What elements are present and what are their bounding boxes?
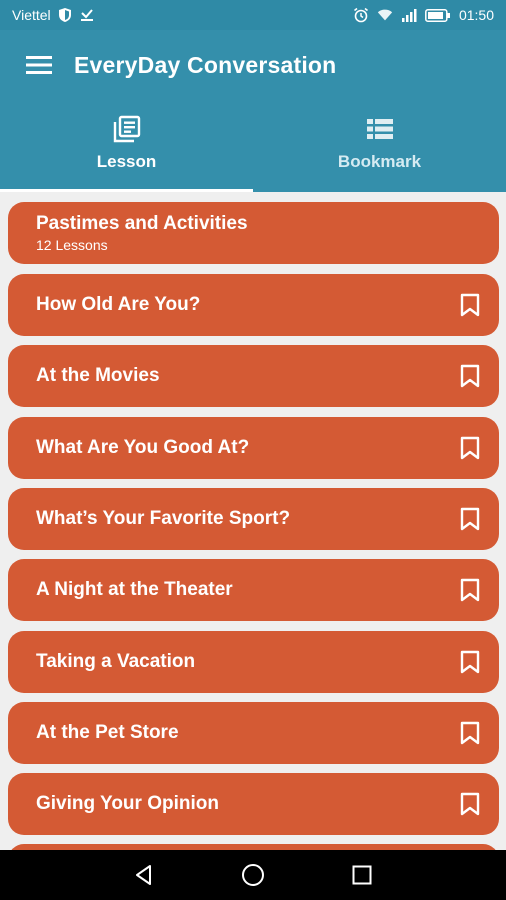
tab-lesson-label: Lesson — [96, 152, 157, 171]
bookmark-icon[interactable] — [457, 649, 483, 675]
app-bar: EveryDay Conversation — [0, 30, 506, 100]
lesson-title: At the Movies — [36, 365, 160, 386]
lesson-card[interactable]: Giving Your Opinion — [8, 773, 499, 835]
carrier-name: Viettel — [12, 7, 51, 23]
bookmark-icon[interactable] — [457, 506, 483, 532]
lesson-card[interactable]: How Old Are You? — [8, 274, 499, 336]
shield-icon — [57, 7, 73, 23]
system-nav-bar — [0, 850, 506, 900]
lesson-list: Pastimes and Activities 12 Lessons How O… — [0, 192, 506, 850]
lesson-card[interactable]: What’s Your Favorite Sport? — [8, 488, 499, 550]
bookmark-icon[interactable] — [457, 435, 483, 461]
bookmark-icon[interactable] — [457, 363, 483, 389]
lesson-title: What Are You Good At? — [36, 437, 250, 458]
category-title: Pastimes and Activities — [36, 213, 248, 234]
tab-lesson[interactable]: Lesson — [0, 100, 253, 192]
battery-icon — [425, 7, 451, 23]
category-lesson-count: 12 Lessons — [36, 237, 108, 253]
status-bar: Viettel 01:50 — [0, 0, 506, 30]
lesson-title: Giving Your Opinion — [36, 793, 219, 814]
home-icon[interactable] — [233, 855, 273, 895]
tab-bar: Lesson Bookmark — [0, 100, 506, 192]
tab-bookmark[interactable]: Bookmark — [253, 100, 506, 192]
lesson-title: Taking a Vacation — [36, 651, 196, 672]
lesson-card[interactable]: A Night at the Theater — [8, 559, 499, 621]
lesson-card[interactable]: What Are You Good At? — [8, 417, 499, 479]
download-check-icon — [79, 7, 95, 23]
bookmark-icon[interactable] — [457, 791, 483, 817]
category-header[interactable]: Pastimes and Activities 12 Lessons — [8, 202, 499, 264]
wifi-icon — [377, 7, 393, 23]
bookmark-icon[interactable] — [457, 720, 483, 746]
lesson-card[interactable]: At the Movies — [8, 345, 499, 407]
bookmark-icon[interactable] — [457, 292, 483, 318]
alarm-icon — [353, 7, 369, 23]
hamburger-menu-icon[interactable] — [24, 50, 54, 80]
status-time: 01:50 — [458, 7, 494, 23]
bookmark-icon[interactable] — [457, 577, 483, 603]
lesson-card[interactable]: At the Pet Store — [8, 702, 499, 764]
bookmark-list-icon — [365, 114, 395, 144]
lesson-list-icon — [112, 114, 142, 144]
back-icon[interactable] — [124, 855, 164, 895]
lesson-title: A Night at the Theater — [36, 579, 233, 600]
tab-bookmark-label: Bookmark — [337, 152, 422, 171]
signal-icon — [401, 7, 417, 23]
lesson-title: What’s Your Favorite Sport? — [36, 508, 291, 529]
recents-icon[interactable] — [342, 855, 382, 895]
lesson-title: At the Pet Store — [36, 722, 179, 743]
lesson-card[interactable]: Taking a Vacation — [8, 631, 499, 693]
lesson-title: How Old Are You? — [36, 294, 201, 315]
app-title: EveryDay Conversation — [74, 51, 337, 78]
